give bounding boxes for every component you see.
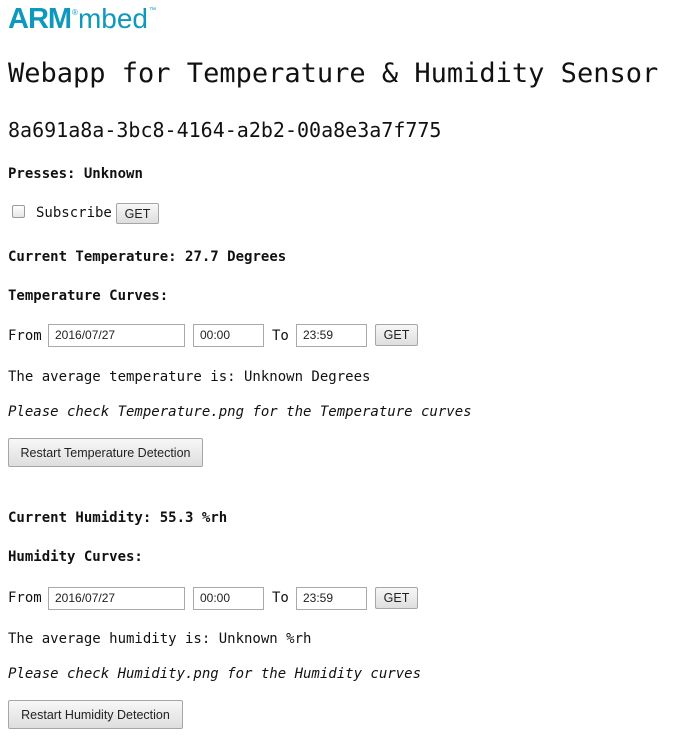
humidity-to-time-input[interactable]: 23:59 <box>296 587 367 610</box>
temperature-get-button[interactable]: GET <box>375 324 418 346</box>
humidity-get-button[interactable]: GET <box>375 587 418 609</box>
humidity-average-text: The average humidity is: Unknown %rh <box>8 631 312 647</box>
logo-trademark: ™ <box>149 7 156 14</box>
humidity-from-date-input[interactable]: 2016/07/27 <box>48 587 185 610</box>
temperature-curves-note: Please check Temperature.png for the Tem… <box>8 404 472 420</box>
subscribe-checkbox[interactable] <box>12 205 25 218</box>
current-humidity: Current Humidity: 55.3 %rh <box>8 509 227 527</box>
arm-mbed-logo: ARM ® mbed ™ <box>8 2 156 36</box>
temperature-to-label: To <box>272 328 289 344</box>
temperature-from-label: From <box>8 328 42 344</box>
humidity-to-label: To <box>272 590 289 606</box>
temperature-from-time-input[interactable]: 00:00 <box>193 324 264 347</box>
restart-humidity-detection-button[interactable]: Restart Humidity Detection <box>8 700 183 729</box>
presses-value: Unknown <box>83 166 143 182</box>
humidity-from-time-input[interactable]: 00:00 <box>193 587 264 610</box>
logo-mbed-text: mbed <box>77 3 148 34</box>
current-temperature-label: Current Temperature: <box>8 249 177 265</box>
humidity-curves-note: Please check Humidity.png for the Humidi… <box>8 666 422 682</box>
device-id: 8a691a8a-3bc8-4164-a2b2-00a8e3a7f775 <box>8 118 442 142</box>
current-humidity-label: Current Humidity: <box>8 510 152 526</box>
humidity-from-label: From <box>8 590 42 606</box>
humidity-curves-heading: Humidity Curves: <box>8 549 143 565</box>
temperature-average-text: The average temperature is: Unknown Degr… <box>8 369 371 385</box>
logo-arm-text: ARM <box>8 3 72 35</box>
temperature-to-time-input[interactable]: 23:59 <box>296 324 367 347</box>
current-temperature-value: 27.7 <box>185 249 219 265</box>
temperature-from-date-input[interactable]: 2016/07/27 <box>48 324 185 347</box>
subscribe-get-button[interactable]: GET <box>116 203 159 224</box>
current-temperature: Current Temperature: 27.7 Degrees <box>8 248 286 266</box>
presses-status: Presses: Unknown <box>8 165 143 183</box>
presses-label: Presses: <box>8 166 76 182</box>
subscribe-label: Subscribe <box>36 205 112 221</box>
temperature-curves-heading: Temperature Curves: <box>8 288 169 304</box>
current-temperature-unit: Degrees <box>227 249 287 265</box>
page-title: Webapp for Temperature & Humidity Sensor <box>8 58 659 89</box>
current-humidity-unit: %rh <box>201 510 228 526</box>
restart-temperature-detection-button[interactable]: Restart Temperature Detection <box>8 438 203 467</box>
current-humidity-value: 55.3 <box>159 510 194 526</box>
